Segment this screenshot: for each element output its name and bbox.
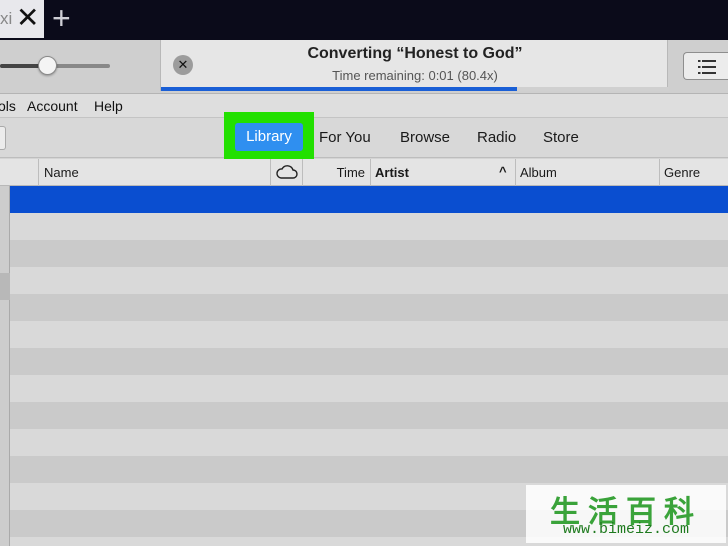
status-subtitle: Time remaining: 0:01 (80.4x): [332, 68, 498, 83]
browser-tab-strip: xi ✕ +: [0, 0, 728, 40]
list-icon: [698, 59, 716, 75]
column-name-label: Name: [44, 165, 79, 180]
table-row[interactable]: [10, 240, 728, 267]
close-tab-icon[interactable]: ✕: [16, 4, 39, 32]
watermark: 生活百科 www.bimeiz.com: [526, 485, 726, 543]
new-tab-icon[interactable]: +: [52, 2, 71, 34]
column-name[interactable]: Name: [38, 159, 270, 186]
menu-account[interactable]: Account: [27, 98, 78, 114]
up-next-button[interactable]: [683, 52, 728, 80]
column-time-label: Time: [336, 165, 365, 180]
left-sidebar-edge: [0, 159, 10, 546]
table-row[interactable]: [10, 402, 728, 429]
column-time[interactable]: Time: [302, 159, 370, 186]
player-toolbar: ✕ Converting “Honest to God” Time remain…: [0, 40, 728, 94]
column-album[interactable]: Album: [515, 159, 659, 186]
conversion-progress-fill: [161, 87, 517, 91]
tab-for-you[interactable]: For You: [319, 129, 371, 146]
status-display: ✕ Converting “Honest to God” Time remain…: [160, 40, 669, 91]
table-row[interactable]: [10, 267, 728, 294]
table-row[interactable]: [10, 321, 728, 348]
back-button[interactable]: [0, 126, 6, 150]
tab-library[interactable]: Library: [235, 123, 303, 151]
table-row[interactable]: [10, 456, 728, 483]
table-row-selected[interactable]: [10, 186, 728, 213]
tab-browse[interactable]: Browse: [400, 129, 450, 146]
conversion-progress-bar: [161, 87, 669, 91]
browser-tab[interactable]: xi ✕: [0, 0, 44, 38]
table-row[interactable]: [10, 429, 728, 456]
tab-store[interactable]: Store: [543, 129, 579, 146]
sort-ascending-icon: ^: [499, 164, 507, 179]
sidebar-edge-selection: [0, 273, 10, 300]
column-artist-label: Artist: [375, 165, 409, 180]
column-album-label: Album: [520, 165, 557, 180]
menu-bar: ols Account Help: [0, 94, 728, 118]
cloud-icon: [276, 164, 298, 183]
table-row[interactable]: [10, 294, 728, 321]
song-list-header: Name Time Artist ^ Album Genre: [0, 159, 728, 186]
table-row[interactable]: [10, 375, 728, 402]
menu-tools[interactable]: ols: [0, 98, 16, 114]
column-artist[interactable]: Artist ^: [370, 159, 515, 186]
menu-help[interactable]: Help: [94, 98, 123, 114]
table-row[interactable]: [10, 348, 728, 375]
watermark-url: www.bimeiz.com: [562, 521, 690, 538]
table-row[interactable]: [10, 213, 728, 240]
column-genre-label: Genre: [664, 165, 701, 180]
column-genre[interactable]: Genre: [659, 159, 728, 186]
volume-slider-knob[interactable]: [38, 56, 57, 75]
tab-radio[interactable]: Radio: [477, 129, 516, 146]
column-icloud[interactable]: [270, 159, 302, 186]
status-title: Converting “Honest to God”: [307, 45, 523, 62]
browser-tab-title: xi: [0, 9, 13, 28]
